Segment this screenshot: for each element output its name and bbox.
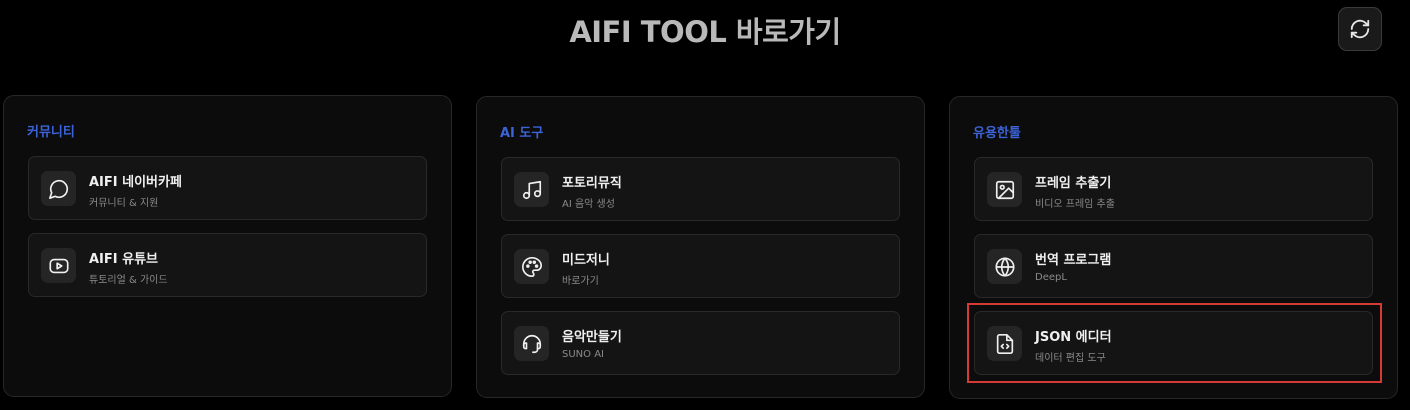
card-title: 번역 프로그램: [1035, 253, 1112, 268]
card-suno[interactable]: 음악만들기 SUNO AI: [501, 311, 900, 375]
card-subtitle: 데이터 편집 도구: [1035, 353, 1106, 364]
panel-useful-tools: 유용한툴 프레임 추출기 비디오 프레임 추출 번역 프로그램 DeepL JS…: [949, 96, 1398, 399]
card-title: JSON 에디터: [1035, 330, 1112, 345]
card-frame-extractor[interactable]: 프레임 추출기 비디오 프레임 추출: [974, 157, 1373, 221]
panel-community: 커뮤니티 AIFI 네이버카페 커뮤니티 & 지원 AIFI 유튜브 튜토리얼 …: [3, 95, 452, 397]
card-subtitle: 바로가기: [562, 276, 599, 287]
card-translator[interactable]: 번역 프로그램 DeepL: [974, 234, 1373, 298]
card-title: 음악만들기: [562, 330, 622, 345]
card-midjourney[interactable]: 미드저니 바로가기: [501, 234, 900, 298]
music-note-icon: [514, 172, 549, 207]
card-naver-cafe[interactable]: AIFI 네이버카페 커뮤니티 & 지원: [28, 156, 427, 220]
card-subtitle: AI 음악 생성: [562, 199, 615, 210]
image-icon: [987, 172, 1022, 207]
card-title: AIFI 네이버카페: [89, 175, 182, 190]
card-subtitle: 비디오 프레임 추출: [1035, 199, 1115, 210]
card-subtitle: SUNO AI: [562, 349, 604, 360]
card-youtube[interactable]: AIFI 유튜브 튜토리얼 & 가이드: [28, 233, 427, 297]
panel-ai-tools: AI 도구 포토리뮤직 AI 음악 생성 미드저니 바로가기 음악만들기 SUN…: [476, 96, 925, 398]
youtube-play-icon: [41, 248, 76, 283]
card-photorimusic[interactable]: 포토리뮤직 AI 음악 생성: [501, 157, 900, 221]
card-json-editor[interactable]: JSON 에디터 데이터 편집 도구: [974, 311, 1373, 375]
panel-title: 커뮤니티: [27, 125, 75, 140]
panel-title: 유용한툴: [973, 126, 1021, 141]
code-file-icon: [987, 326, 1022, 361]
card-title: 미드저니: [562, 253, 610, 268]
globe-icon: [987, 249, 1022, 284]
card-title: 프레임 추출기: [1035, 176, 1112, 191]
chat-bubble-icon: [41, 171, 76, 206]
card-subtitle: 커뮤니티 & 지원: [89, 198, 159, 209]
card-subtitle: 튜토리얼 & 가이드: [89, 275, 168, 286]
palette-icon: [514, 249, 549, 284]
card-subtitle: DeepL: [1035, 272, 1067, 283]
headphones-icon: [514, 326, 549, 361]
card-title: AIFI 유튜브: [89, 252, 159, 267]
refresh-icon: [1349, 18, 1371, 40]
panel-title: AI 도구: [500, 126, 544, 141]
refresh-button[interactable]: [1338, 7, 1382, 51]
page-title: AIFI TOOL 바로가기: [569, 15, 841, 49]
card-title: 포토리뮤직: [562, 176, 622, 191]
